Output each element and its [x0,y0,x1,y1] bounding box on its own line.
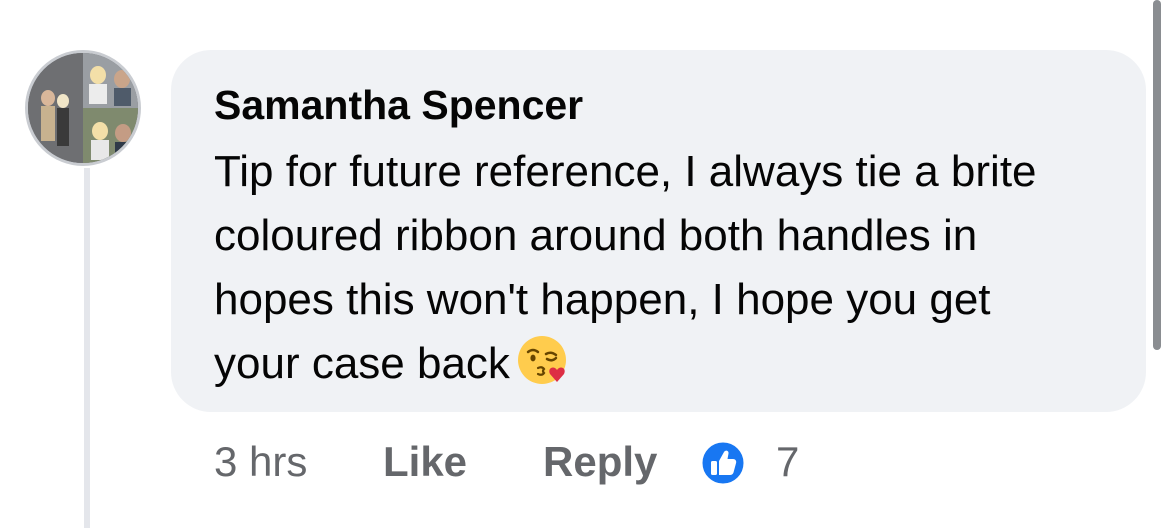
comment-text-line: Tip for future reference, I always tie a… [214,147,1037,196]
avatar[interactable] [25,50,141,166]
comment-text-line-last: your case back [214,332,1124,396]
comment-author[interactable]: Samantha Spencer [214,82,583,128]
comment-bubble: Samantha Spencer Tip for future referenc… [171,50,1146,412]
comment-text-line: your case back [214,339,510,388]
comment-timestamp[interactable]: 3 hrs [214,436,307,488]
avatar-photo-icon [28,53,138,163]
kissing-face-emoji-icon [517,336,566,384]
like-button[interactable]: Like [383,436,467,488]
comment-text-line: coloured ribbon around both handles in [214,211,978,260]
comment-text-line: hopes this won't happen, I hope you get [214,275,991,324]
scrollbar[interactable] [1153,0,1161,350]
thumbs-up-icon[interactable] [698,438,748,488]
reply-thread-line [84,168,90,528]
comment-text: Tip for future reference, I always tie a… [214,140,1124,396]
reply-button[interactable]: Reply [543,436,657,488]
reaction-count[interactable]: 7 [776,436,799,488]
